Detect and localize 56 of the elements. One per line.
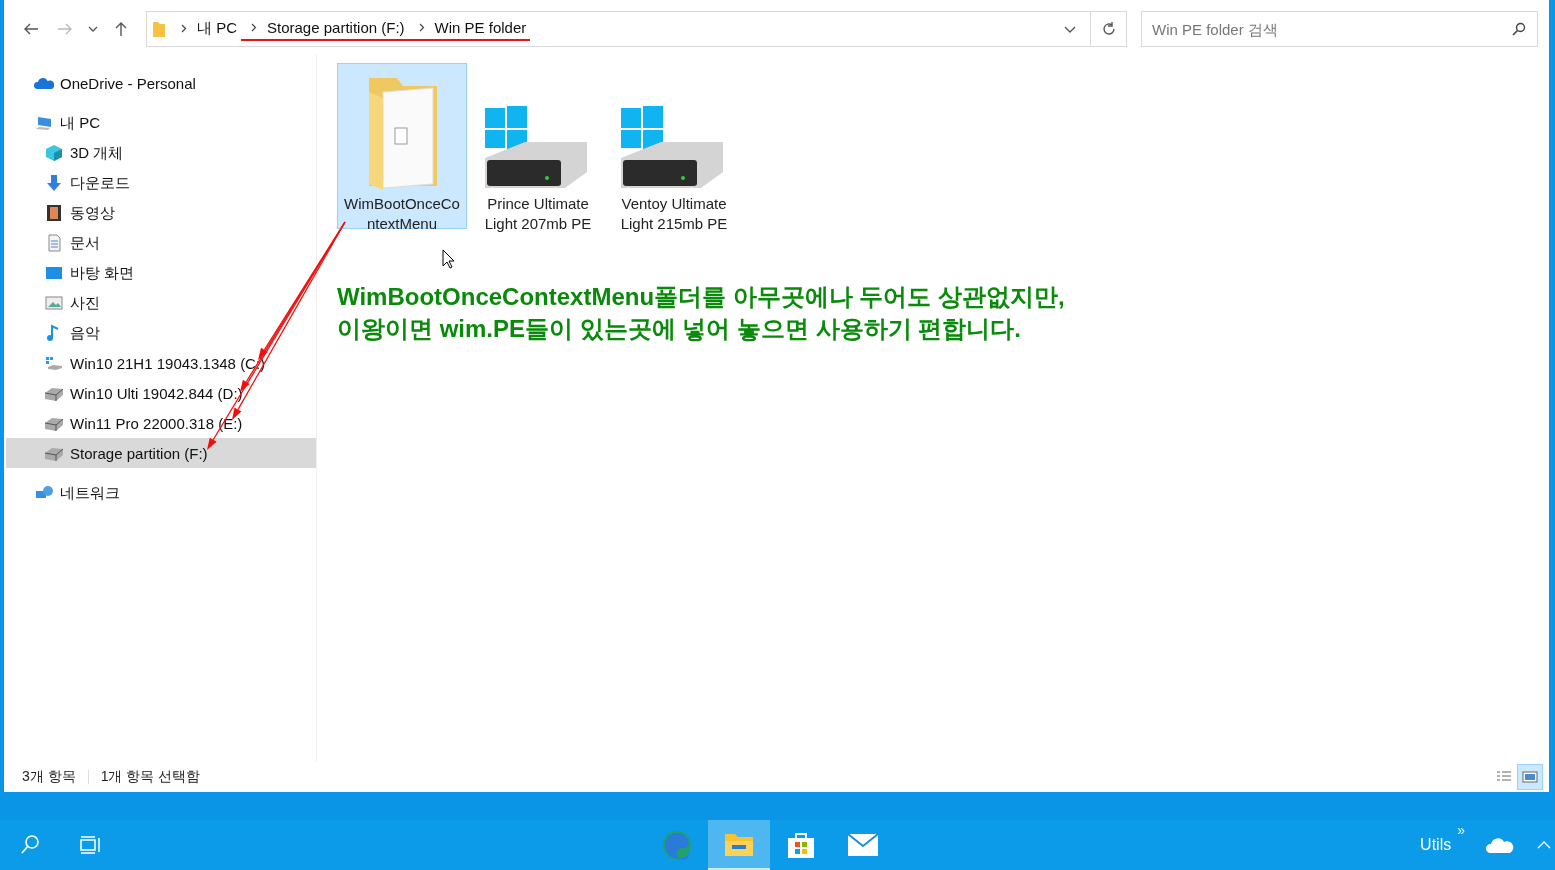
picture-icon xyxy=(1522,770,1538,784)
annotation-text: 이왕이면 wim.PE들이 있는곳에 넣어 놓으면 사용하기 편합니다. xyxy=(337,314,1023,344)
breadcrumb[interactable]: Win PE folder xyxy=(434,19,527,36)
search-icon xyxy=(20,834,40,856)
sidebar-item[interactable]: 사진 xyxy=(6,288,316,318)
task-view-icon xyxy=(79,835,101,855)
sidebar-item[interactable]: 내 PC xyxy=(6,108,316,138)
forward-arrow-icon xyxy=(57,22,73,36)
shopping-bag-icon xyxy=(786,830,817,860)
mouse-pointer-icon xyxy=(442,249,456,269)
sidebar-item[interactable]: OneDrive - Personal xyxy=(6,68,316,98)
desktop-icon xyxy=(44,264,64,282)
back-arrow-icon xyxy=(23,22,39,36)
chevron-icon xyxy=(181,24,187,33)
sidebar-item[interactable]: Win10 Ulti 19042.844 (D:) xyxy=(6,378,316,408)
item-count: 3개 항목 xyxy=(22,768,76,786)
file-item[interactable]: WimBootOnceContextMenu xyxy=(337,63,467,229)
breadcrumb[interactable]: 내 PC xyxy=(197,19,237,38)
folder-icon xyxy=(153,21,165,37)
selection-count: 1개 항목 선택함 xyxy=(100,768,201,786)
annotation-text: WimBootOnceContextMenu폴더를 아무곳에나 두어도 상관없지만, xyxy=(337,282,1066,312)
caret-icon xyxy=(88,26,98,32)
browser-icon xyxy=(661,829,694,861)
sidebar-item[interactable]: 다운로드 xyxy=(6,168,316,198)
breadcrumb[interactable]: Storage partition (F:) xyxy=(267,19,405,36)
cube-icon xyxy=(44,144,64,162)
folder-icon xyxy=(724,831,755,857)
details-list-icon xyxy=(1496,770,1512,784)
explorer-taskbar-button[interactable] xyxy=(708,820,771,870)
sidebar-item[interactable]: 문서 xyxy=(6,228,316,258)
windrive-icon xyxy=(44,354,64,372)
large-view-button[interactable] xyxy=(1517,764,1543,790)
show-hidden-icons-icon[interactable] xyxy=(1537,841,1551,849)
sidebar-item[interactable]: 동영상 xyxy=(6,198,316,228)
pictures-icon xyxy=(44,294,64,312)
file-name: Prince Ultimate Light 207mb PE xyxy=(483,194,593,234)
dropdown-caret-icon[interactable] xyxy=(1064,25,1076,33)
up-arrow-icon xyxy=(114,21,128,37)
video-icon xyxy=(44,204,64,222)
search-icon xyxy=(1512,22,1526,36)
refresh-button[interactable] xyxy=(1091,11,1127,47)
chevron-icon xyxy=(418,23,425,32)
chevron-icon xyxy=(251,23,257,32)
sidebar-item[interactable]: 바탕 화면 xyxy=(6,258,316,288)
address-bar[interactable]: 내 PC Storage partition (F:) Win PE folder xyxy=(146,11,1091,47)
search-field[interactable]: Win PE folder 검색 xyxy=(1141,11,1538,47)
download-icon xyxy=(44,174,64,192)
sidebar-item[interactable]: 음악 xyxy=(6,318,316,348)
pc-icon xyxy=(34,114,54,132)
envelope-icon xyxy=(847,833,880,857)
sidebar-item[interactable]: Storage partition (F:) xyxy=(6,438,316,468)
file-name: Ventoy Ultimate Light 215mb PE xyxy=(619,194,729,234)
sidebar-item[interactable]: 3D 개체 xyxy=(6,138,316,168)
refresh-icon xyxy=(1100,21,1117,37)
sidebar-item[interactable]: 네트워크 xyxy=(6,478,316,508)
cloud-icon[interactable] xyxy=(1485,836,1515,854)
